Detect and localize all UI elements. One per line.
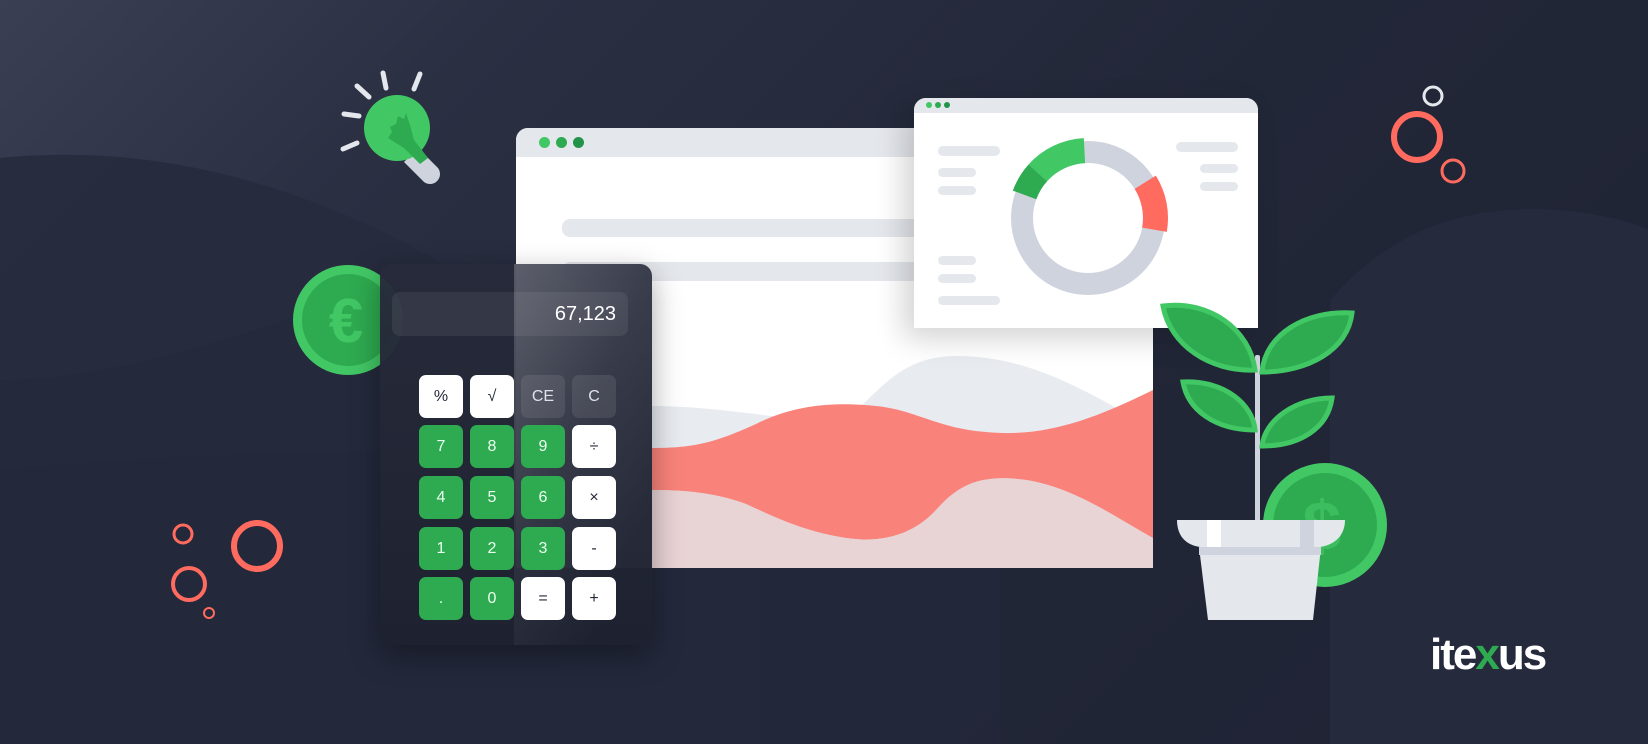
- illustration-scene: € 67,123 %√CEC789÷456×123-.0=+ $ it: [0, 0, 1648, 744]
- itexus-logo[interactable]: itexus: [1430, 630, 1547, 680]
- logo-text: ite: [1430, 630, 1477, 679]
- logo-text: us: [1497, 630, 1547, 679]
- plant-icon: $: [1160, 302, 1387, 620]
- logo-x: x: [1475, 630, 1500, 679]
- plant-stem: [1255, 355, 1260, 525]
